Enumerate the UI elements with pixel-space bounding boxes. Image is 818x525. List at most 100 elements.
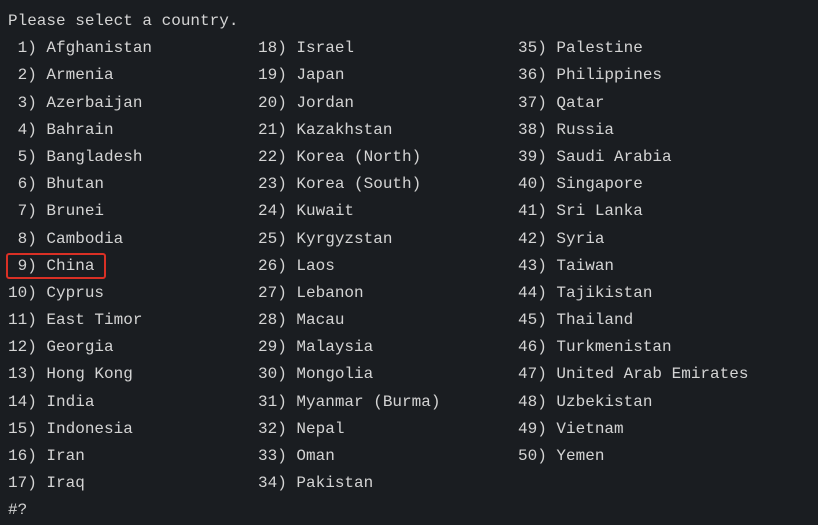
option-number: 2 [8, 62, 27, 89]
paren: ) [27, 257, 46, 275]
country-option[interactable]: 44) Tajikistan [518, 280, 810, 307]
country-option[interactable]: 19) Japan [258, 62, 518, 89]
input-prompt[interactable]: #? [8, 497, 810, 524]
country-option[interactable]: 9) China [8, 253, 258, 280]
option-number: 36 [518, 62, 537, 89]
country-name: Thailand [556, 311, 633, 329]
country-option[interactable]: 30) Mongolia [258, 361, 518, 388]
option-number: 11 [8, 307, 27, 334]
paren: ) [277, 474, 296, 492]
paren: ) [537, 148, 556, 166]
country-option[interactable]: 26) Laos [258, 253, 518, 280]
country-name: China [46, 257, 94, 275]
country-name: Afghanistan [46, 39, 152, 57]
country-name: Russia [556, 121, 614, 139]
country-option[interactable]: 49) Vietnam [518, 416, 810, 443]
country-name: Qatar [556, 94, 604, 112]
country-option[interactable]: 36) Philippines [518, 62, 810, 89]
country-option[interactable]: 12) Georgia [8, 334, 258, 361]
country-option[interactable]: 22) Korea (North) [258, 144, 518, 171]
country-option[interactable]: 32) Nepal [258, 416, 518, 443]
country-option[interactable]: 38) Russia [518, 117, 810, 144]
country-option[interactable]: 21) Kazakhstan [258, 117, 518, 144]
country-option[interactable]: 8) Cambodia [8, 226, 258, 253]
country-option[interactable]: 43) Taiwan [518, 253, 810, 280]
option-number: 16 [8, 443, 27, 470]
country-name: Japan [296, 66, 344, 84]
country-option[interactable]: 42) Syria [518, 226, 810, 253]
country-option[interactable]: 1) Afghanistan [8, 35, 258, 62]
country-option[interactable]: 6) Bhutan [8, 171, 258, 198]
paren: ) [277, 39, 296, 57]
country-option[interactable]: 24) Kuwait [258, 198, 518, 225]
option-number: 28 [258, 307, 277, 334]
country-option[interactable]: 11) East Timor [8, 307, 258, 334]
paren: ) [277, 311, 296, 329]
country-option[interactable]: 20) Jordan [258, 90, 518, 117]
country-option[interactable]: 31) Myanmar (Burma) [258, 389, 518, 416]
country-option[interactable]: 41) Sri Lanka [518, 198, 810, 225]
country-option[interactable]: 29) Malaysia [258, 334, 518, 361]
country-option[interactable]: 46) Turkmenistan [518, 334, 810, 361]
country-option[interactable]: 23) Korea (South) [258, 171, 518, 198]
country-name: Bangladesh [46, 148, 142, 166]
country-option[interactable]: 47) United Arab Emirates [518, 361, 810, 388]
paren: ) [27, 338, 46, 356]
country-column-1: 1) Afghanistan2) Armenia3) Azerbaijan4) … [8, 35, 258, 497]
option-number: 12 [8, 334, 27, 361]
paren: ) [27, 311, 46, 329]
country-name: East Timor [46, 311, 142, 329]
country-option[interactable]: 25) Kyrgyzstan [258, 226, 518, 253]
option-number: 45 [518, 307, 537, 334]
option-number: 33 [258, 443, 277, 470]
country-option[interactable]: 45) Thailand [518, 307, 810, 334]
option-number: 31 [258, 389, 277, 416]
country-option[interactable]: 27) Lebanon [258, 280, 518, 307]
country-option[interactable]: 28) Macau [258, 307, 518, 334]
paren: ) [27, 66, 46, 84]
country-name: Israel [296, 39, 354, 57]
country-option[interactable]: 10) Cyprus [8, 280, 258, 307]
country-option[interactable]: 40) Singapore [518, 171, 810, 198]
paren: ) [27, 365, 46, 383]
country-name: Iran [46, 447, 84, 465]
country-name: Bhutan [46, 175, 104, 193]
option-number: 17 [8, 470, 27, 497]
country-option[interactable]: 7) Brunei [8, 198, 258, 225]
country-name: Pakistan [296, 474, 373, 492]
country-name: Singapore [556, 175, 642, 193]
country-name: Taiwan [556, 257, 614, 275]
option-number: 25 [258, 226, 277, 253]
option-number: 29 [258, 334, 277, 361]
country-option[interactable]: 2) Armenia [8, 62, 258, 89]
paren: ) [537, 257, 556, 275]
country-option[interactable]: 37) Qatar [518, 90, 810, 117]
country-option[interactable]: 39) Saudi Arabia [518, 144, 810, 171]
country-option[interactable]: 15) Indonesia [8, 416, 258, 443]
country-name: Kuwait [296, 202, 354, 220]
option-number: 37 [518, 90, 537, 117]
country-name: Philippines [556, 66, 662, 84]
option-number: 7 [8, 198, 27, 225]
country-option[interactable]: 17) Iraq [8, 470, 258, 497]
country-option[interactable]: 50) Yemen [518, 443, 810, 470]
option-number: 40 [518, 171, 537, 198]
paren: ) [277, 202, 296, 220]
country-option[interactable]: 14) India [8, 389, 258, 416]
paren: ) [537, 393, 556, 411]
country-option[interactable]: 4) Bahrain [8, 117, 258, 144]
country-option[interactable]: 3) Azerbaijan [8, 90, 258, 117]
country-option[interactable]: 5) Bangladesh [8, 144, 258, 171]
country-option[interactable]: 35) Palestine [518, 35, 810, 62]
country-option[interactable]: 16) Iran [8, 443, 258, 470]
highlighted-option[interactable]: 9) China [6, 253, 106, 279]
country-option[interactable]: 13) Hong Kong [8, 361, 258, 388]
country-name: Hong Kong [46, 365, 132, 383]
country-option[interactable]: 48) Uzbekistan [518, 389, 810, 416]
country-option[interactable]: 34) Pakistan [258, 470, 518, 497]
paren: ) [277, 447, 296, 465]
country-option[interactable]: 18) Israel [258, 35, 518, 62]
paren: ) [277, 175, 296, 193]
country-name: Palestine [556, 39, 642, 57]
country-option[interactable]: 33) Oman [258, 443, 518, 470]
